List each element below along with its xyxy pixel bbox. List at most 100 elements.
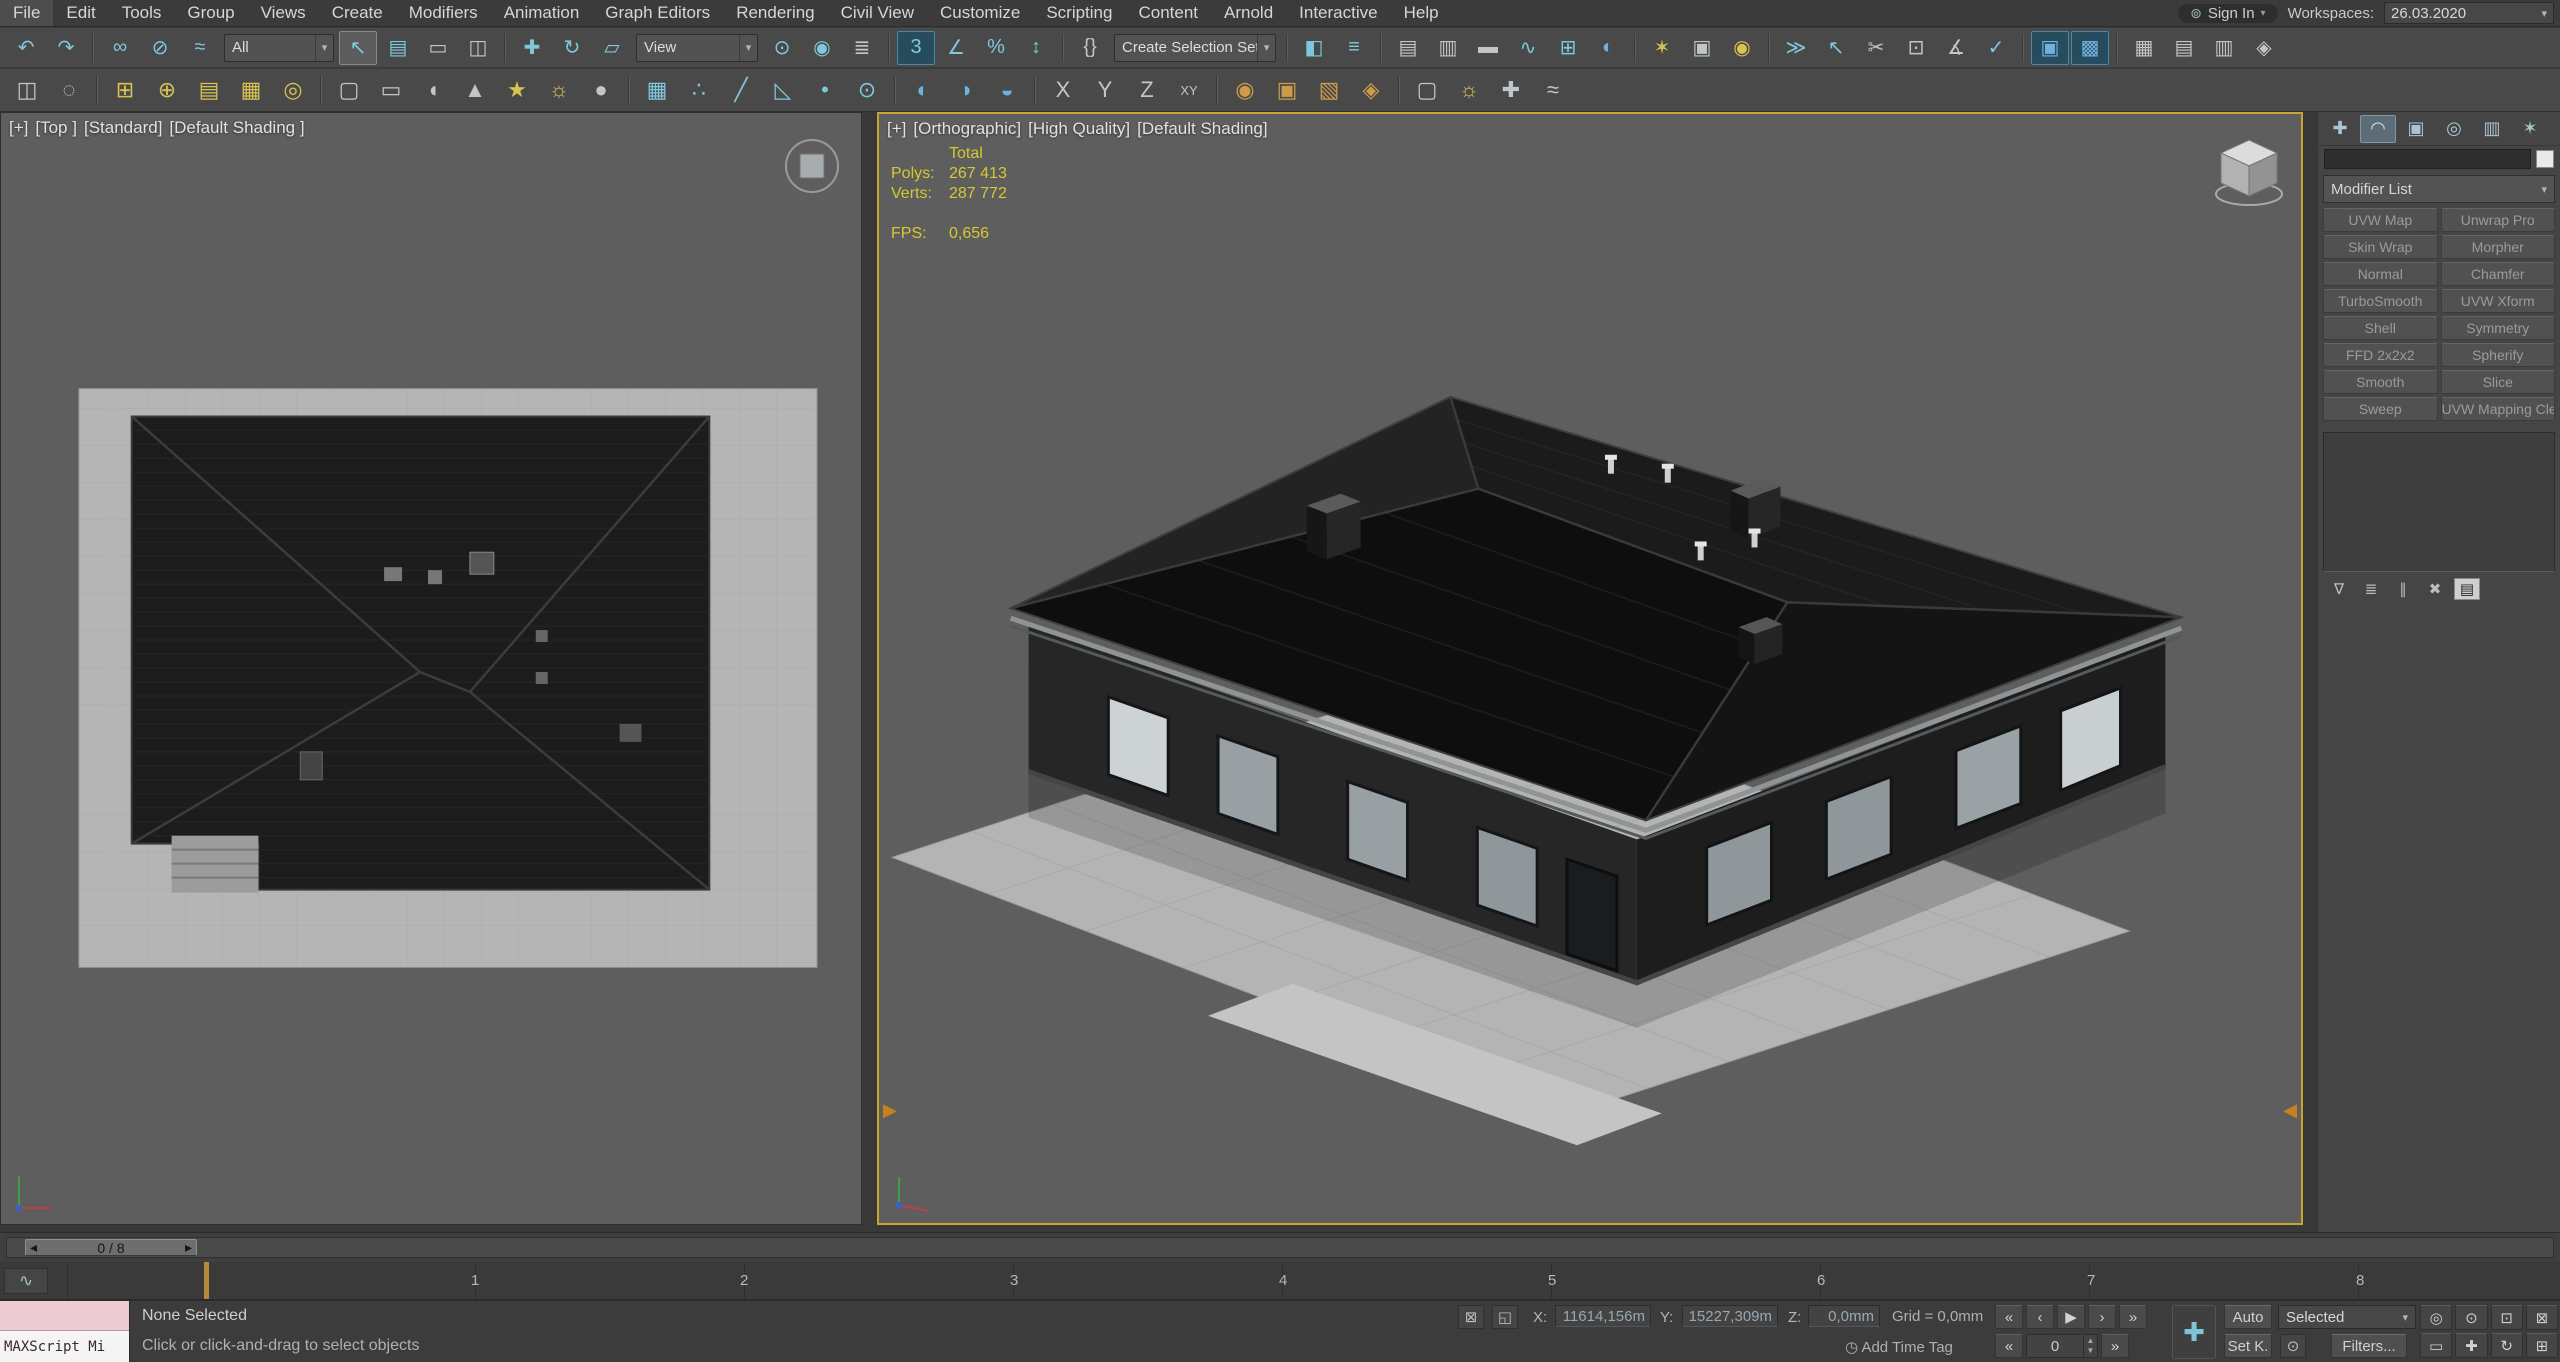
zoom-extents-icon[interactable]: ⊡ [2490, 1305, 2523, 1330]
vp-left-pov-menu[interactable]: [Top ] [35, 118, 77, 138]
modifier-button[interactable]: Smooth [2323, 370, 2438, 394]
make-unique-icon[interactable]: ∥ [2390, 578, 2416, 600]
snap-vertex-icon[interactable]: ∴ [679, 72, 719, 109]
tab-motion[interactable]: ◎ [2436, 115, 2472, 143]
plane-xy-constraint-icon[interactable]: XY [1169, 72, 1209, 109]
absolute-offset-mode-icon[interactable]: ◱ [1492, 1305, 1518, 1329]
menu-content[interactable]: Content [1125, 0, 1211, 26]
snap-midpoint-icon[interactable]: • [805, 72, 845, 109]
select-and-move-icon[interactable]: ✚ [513, 31, 551, 65]
vp-right-pov-menu[interactable]: [Orthographic] [913, 119, 1021, 139]
remove-modifier-icon[interactable]: ✖ [2422, 578, 2448, 600]
menu-interactive[interactable]: Interactive [1286, 0, 1390, 26]
modifier-button[interactable]: UVW Mapping Clear [2440, 397, 2555, 421]
tab-display[interactable]: ▥ [2474, 115, 2510, 143]
modifier-button[interactable]: Slice [2440, 370, 2555, 394]
vp-right-renderer-menu[interactable]: [High Quality] [1028, 119, 1130, 139]
previous-key-icon[interactable]: « [1995, 1334, 2023, 1358]
axis-x-constraint-icon[interactable]: X [1043, 72, 1083, 109]
select-by-name-icon[interactable]: ▤ [379, 31, 417, 65]
selection-lock-icon[interactable]: ⊠ [1458, 1305, 1484, 1329]
array-tool-icon[interactable]: ▤ [2165, 31, 2203, 65]
tab-hierarchy[interactable]: ▣ [2398, 115, 2434, 143]
rectangular-selection-region-icon[interactable]: ▭ [419, 31, 457, 65]
menu-edit[interactable]: Edit [53, 0, 108, 26]
angle-snap-icon[interactable]: ∠ [937, 31, 975, 65]
spacing-tool-icon[interactable]: ▥ [2205, 31, 2243, 65]
spinner-snap-icon[interactable]: ↕ [1017, 31, 1055, 65]
time-slider-track[interactable]: ◂ 0 / 8 ▸ [6, 1237, 2554, 1258]
mcloth-icon[interactable]: ▧ [1309, 72, 1349, 109]
macro-recorder-strip[interactable] [0, 1301, 129, 1331]
schematic-view-icon[interactable]: ⊞ [1549, 31, 1587, 65]
x-coordinate-field[interactable]: 11614,156m [1555, 1305, 1651, 1327]
menu-modifiers[interactable]: Modifiers [396, 0, 491, 26]
auto-key-button[interactable]: Auto [2224, 1305, 2272, 1329]
goto-start-icon[interactable]: « [1995, 1305, 2023, 1329]
rounded-rect-primitive-icon[interactable]: ▢ [329, 72, 369, 109]
maxscript-mini-listener[interactable]: MAXScript Mi [0, 1301, 130, 1362]
viewport-canvas-icon[interactable]: ▩ [2071, 30, 2109, 65]
viewport-orthographic[interactable]: [+] [Orthographic] [High Quality] [Default … [877, 112, 2303, 1225]
viewcube-top[interactable] [781, 135, 843, 197]
redo-icon[interactable]: ↷ [47, 31, 85, 65]
render-production-icon[interactable]: ◉ [1723, 31, 1761, 65]
snap-edge-icon[interactable]: ╱ [721, 72, 761, 109]
activeshade-viewport-icon[interactable]: ▣ [2031, 30, 2069, 65]
modifier-stack[interactable] [2323, 432, 2555, 572]
modifier-button[interactable]: Sweep [2323, 397, 2438, 421]
track-bar[interactable]: ∿ 12345678 [0, 1262, 2560, 1300]
play-icon[interactable]: ▶ [2057, 1305, 2085, 1329]
z-coordinate-field[interactable]: 0,0mm [1808, 1305, 1880, 1327]
menu-scripting[interactable]: Scripting [1033, 0, 1125, 26]
bind-to-space-warp-icon[interactable]: ≈ [181, 31, 219, 65]
vp-right-shading-menu[interactable]: [Default Shading] [1137, 119, 1267, 139]
menu-tools[interactable]: Tools [109, 0, 175, 26]
percent-snap-icon[interactable]: % [977, 31, 1015, 65]
light-create-icon[interactable]: ☼ [1449, 72, 1489, 109]
selection-filter-dropdown[interactable]: All ▾ [224, 33, 334, 62]
helper-create-icon[interactable]: ✚ [1491, 72, 1531, 109]
rigid-body-icon[interactable]: ▣ [1267, 72, 1307, 109]
modifier-button[interactable]: FFD 2x2x2 [2323, 343, 2438, 367]
show-ghosting-icon[interactable]: ◌ [49, 72, 89, 109]
modifier-button[interactable]: Symmetry [2440, 316, 2555, 340]
modifier-button[interactable]: UVW Map [2323, 208, 2438, 232]
sun-light-icon[interactable]: ☼ [539, 72, 579, 109]
set-key-button[interactable]: ✚ [2172, 1305, 2216, 1359]
keyboard-shortcut-override-icon[interactable]: ≣ [843, 31, 881, 65]
create-layer-icon[interactable]: ⊞ [105, 72, 145, 109]
zoom-extents-all-icon[interactable]: ⊠ [2525, 1305, 2558, 1330]
current-frame-field[interactable]: 0 ▲ ▼ [2026, 1334, 2098, 1358]
menu-views[interactable]: Views [248, 0, 319, 26]
cut-geometry-icon[interactable]: ✂ [1857, 31, 1895, 65]
orbit-icon[interactable]: ↻ [2490, 1333, 2523, 1358]
zoom-all-icon[interactable]: ⊙ [2455, 1305, 2488, 1330]
y-coordinate-field[interactable]: 15227,309m [1682, 1305, 1778, 1327]
zoom-region-icon[interactable]: ▭ [2420, 1333, 2453, 1358]
tab-utilities[interactable]: ✶ [2512, 115, 2548, 143]
object-color-swatch[interactable] [2536, 150, 2554, 168]
next-frame-arrow-icon[interactable]: ▸ [185, 1239, 192, 1256]
viewport-layout-tabs-icon[interactable]: ◫ [7, 72, 47, 109]
menu-rendering[interactable]: Rendering [723, 0, 827, 26]
menu-help[interactable]: Help [1391, 0, 1452, 26]
tab-modify[interactable]: ◠ [2360, 114, 2396, 143]
menu-customize[interactable]: Customize [927, 0, 1033, 26]
reference-coordinate-dropdown[interactable]: View ▾ [636, 33, 758, 62]
grid-settings-icon[interactable]: ▦ [2125, 31, 2163, 65]
configure-modifier-sets-icon[interactable]: ▤ [2454, 578, 2480, 600]
oiltank-primitive-icon[interactable]: ◖ [413, 72, 453, 109]
viewcube[interactable] [2213, 132, 2285, 210]
unlink-selection-icon[interactable]: ⊘ [141, 31, 179, 65]
layer-list-icon[interactable]: ▤ [189, 72, 229, 109]
snap-toggle-3d-icon[interactable]: 3 [897, 30, 935, 65]
vp-right-general-menu[interactable]: [+] [887, 119, 906, 139]
menu-file[interactable]: File [0, 0, 54, 26]
mcg-icon[interactable]: ◈ [2245, 31, 2283, 65]
space-warp-create-icon[interactable]: ≈ [1533, 72, 1573, 109]
zoom-icon[interactable]: ◎ [2420, 1305, 2453, 1330]
cone-primitive-icon[interactable]: ▲ [455, 72, 495, 109]
modifier-button[interactable]: Shell [2323, 316, 2438, 340]
measure-ang-icon[interactable]: ∡ [1937, 31, 1975, 65]
